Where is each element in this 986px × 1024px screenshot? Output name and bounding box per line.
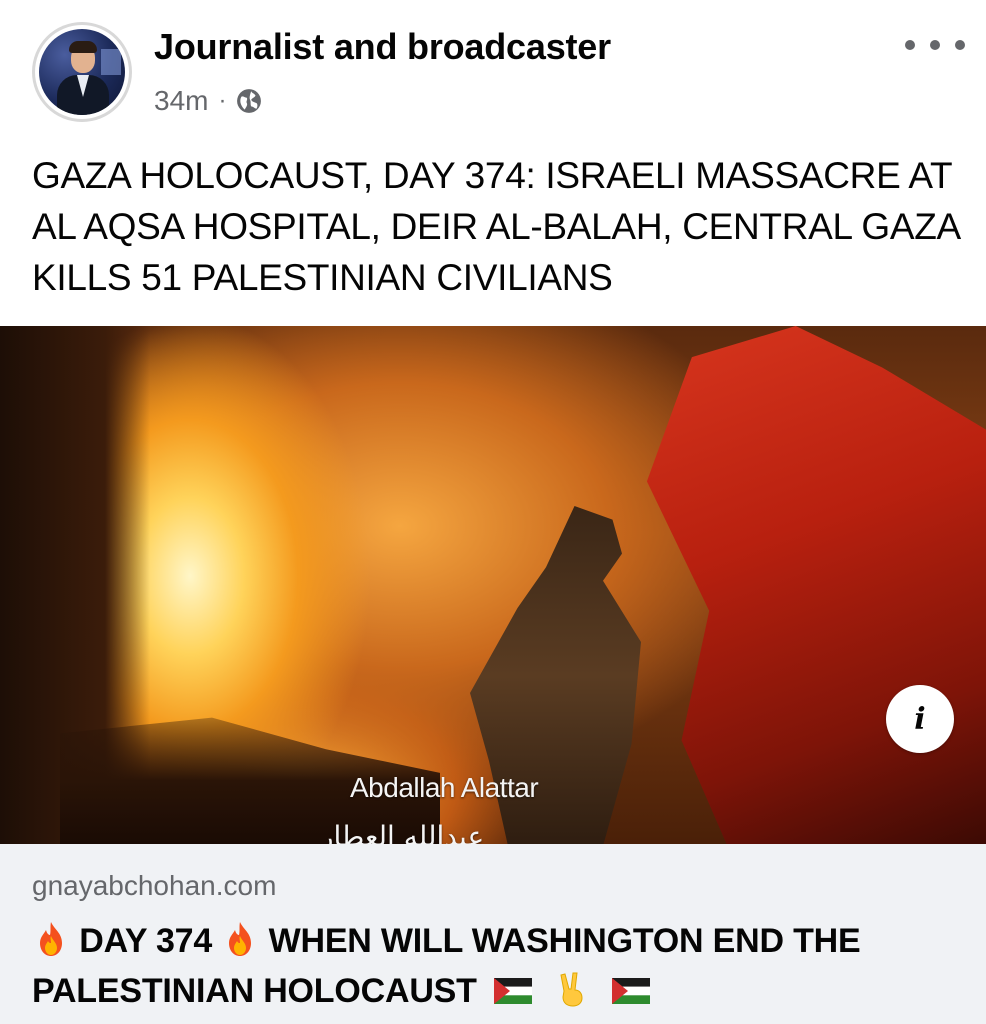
more-options-icon[interactable] bbox=[905, 30, 965, 60]
facebook-post: Journalist and broadcaster 34m · GAZA HO… bbox=[0, 0, 986, 1024]
palestine-flag-icon bbox=[493, 978, 532, 1004]
image-caption-arabic: عبدالله العطار bbox=[320, 820, 485, 844]
post-timestamp[interactable]: 34m bbox=[154, 85, 208, 117]
palestine-flag-icon bbox=[612, 978, 651, 1004]
link-title-day: DAY 374 bbox=[79, 922, 213, 960]
post-header: Journalist and broadcaster 34m · bbox=[0, 0, 986, 140]
victory-hand-icon bbox=[560, 972, 583, 1007]
author-name[interactable]: Journalist and broadcaster bbox=[154, 26, 611, 68]
meta-separator: · bbox=[218, 87, 227, 114]
fire-icon bbox=[40, 922, 62, 956]
link-title: DAY 374 WHEN WILL WASHINGTON END THE PAL… bbox=[32, 916, 962, 1016]
image-caption-english: Abdallah Alattar bbox=[350, 772, 539, 803]
info-icon[interactable]: i bbox=[886, 685, 954, 753]
post-image[interactable]: i Abdallah Alattar عبدالله العطار bbox=[0, 326, 986, 844]
avatar-photo bbox=[39, 29, 125, 115]
post-text: GAZA HOLOCAUST, DAY 374: ISRAELI MASSACR… bbox=[32, 155, 959, 298]
globe-icon[interactable] bbox=[236, 88, 262, 114]
link-preview[interactable]: gnayabchohan.com DAY 374 WHEN WILL WASHI… bbox=[0, 844, 986, 1024]
author-avatar[interactable] bbox=[32, 22, 132, 122]
fire-icon bbox=[229, 922, 252, 956]
avatar-hair bbox=[69, 41, 97, 53]
avatar-background-screen bbox=[101, 49, 121, 75]
link-domain: gnayabchohan.com bbox=[32, 870, 277, 901]
post-meta: 34m · bbox=[154, 84, 262, 118]
